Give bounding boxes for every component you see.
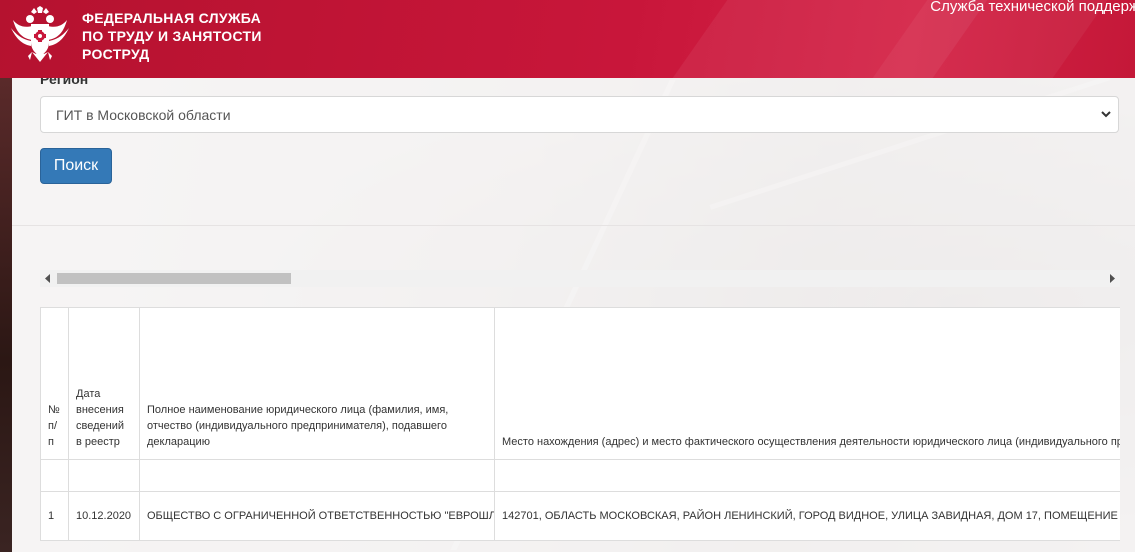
table-row[interactable]: 1 10.12.2020 ОБЩЕСТВО С ОГРАНИЧЕННОЙ ОТВ…	[40, 491, 1120, 541]
column-header-address: Место нахождения (адрес) и место фактиче…	[494, 307, 1120, 460]
cell-address: 142701, ОБЛАСТЬ МОСКОВСКАЯ, РАЙОН ЛЕНИНС…	[494, 491, 1120, 541]
scroll-right-icon[interactable]	[1108, 274, 1116, 283]
background-edge	[0, 78, 12, 552]
cell-number: 1	[40, 491, 69, 541]
registry-table-container: № п/п Дата внесения сведений в реестр По…	[40, 307, 1120, 552]
filter-cell	[68, 459, 140, 492]
table-header-row: № п/п Дата внесения сведений в реестр По…	[40, 307, 1120, 460]
cell-name: ОБЩЕСТВО С ОГРАНИЧЕННОЙ ОТВЕТСТВЕННОСТЬЮ…	[139, 491, 495, 541]
filter-cell	[139, 459, 495, 492]
site-title[interactable]: ФЕДЕРАЛЬНАЯ СЛУЖБА ПО ТРУДУ И ЗАНЯТОСТИ …	[82, 9, 262, 63]
site-header: ФЕДЕРАЛЬНАЯ СЛУЖБА ПО ТРУДУ И ЗАНЯТОСТИ …	[0, 0, 1135, 78]
scroll-left-icon[interactable]	[44, 274, 52, 283]
table-filter-row	[40, 459, 1120, 492]
horizontal-scrollbar[interactable]	[40, 270, 1120, 287]
region-select-value: ГИТ в Московской области	[56, 106, 231, 123]
column-header-number: № п/п	[40, 307, 69, 460]
brand-line: РОСТРУД	[82, 46, 150, 62]
registry-table: № п/п Дата внесения сведений в реестр По…	[40, 307, 1120, 541]
filter-cell	[40, 459, 69, 492]
brand-line: ФЕДЕРАЛЬНАЯ СЛУЖБА	[82, 10, 262, 26]
search-button[interactable]: Поиск	[40, 148, 112, 184]
support-link[interactable]: Служба технической поддерж	[930, 0, 1135, 15]
region-select[interactable]: ГИТ в Московской области	[40, 96, 1119, 133]
chevron-down-icon	[1101, 111, 1111, 118]
section-divider	[12, 225, 1135, 226]
filter-cell	[494, 459, 1120, 492]
column-header-name: Полное наименование юридического лица (ф…	[139, 307, 495, 460]
brand-line: ПО ТРУДУ И ЗАНЯТОСТИ	[82, 28, 262, 44]
column-header-date: Дата внесения сведений в реестр	[68, 307, 140, 460]
coat-of-arms-logo[interactable]	[10, 6, 70, 68]
cell-date: 10.12.2020	[68, 491, 140, 541]
scrollbar-thumb[interactable]	[57, 273, 291, 284]
